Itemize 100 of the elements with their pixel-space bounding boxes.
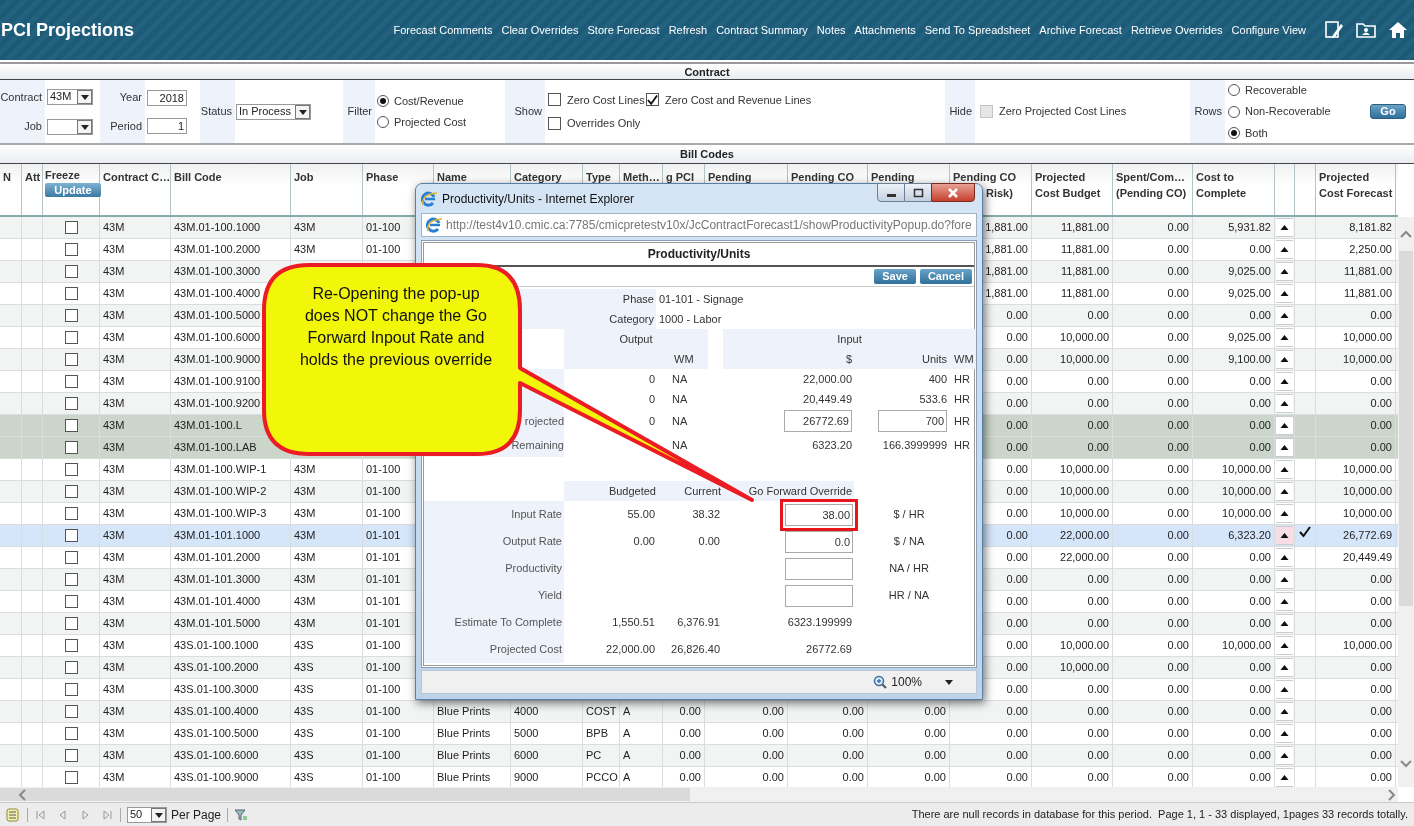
arrow-button[interactable] [1276,328,1293,347]
input-field[interactable]: 38.00 [785,503,853,526]
checkbox[interactable] [64,309,78,322]
checkbox[interactable] [64,551,78,564]
toolbar-link[interactable]: Retrieve Overrides [1130,21,1223,39]
checkbox[interactable] [64,265,78,278]
radio-button[interactable] [1228,105,1240,118]
checkbox[interactable] [64,375,78,388]
checkbox[interactable] [548,116,561,130]
toolbar-link[interactable]: Configure View [1231,21,1306,39]
arrow-button[interactable] [1276,284,1293,303]
checkbox[interactable] [64,639,78,652]
checkbox[interactable] [64,243,78,256]
scroll-down-icon[interactable] [1400,759,1412,769]
arrow-button[interactable] [1276,680,1293,699]
arrow-button[interactable] [1276,372,1293,391]
year-field[interactable]: 2018 [147,89,187,106]
dialog-button[interactable]: Save [874,269,916,284]
arrow-button[interactable] [1276,416,1293,435]
vertical-scrollbar[interactable] [1398,217,1414,787]
arrow-button[interactable] [1276,438,1293,457]
checkbox[interactable] [64,221,78,234]
toolbar-link[interactable]: Notes [816,21,846,39]
checkbox[interactable] [64,661,78,674]
arrow-button[interactable] [1276,636,1293,655]
horizontal-scrollbar[interactable] [0,787,1398,802]
checkbox[interactable] [64,353,78,366]
edit-icon[interactable] [1324,20,1344,40]
checkbox[interactable] [64,595,78,608]
arrow-button[interactable] [1276,262,1293,281]
close-button[interactable] [931,183,975,202]
arrow-button[interactable] [1276,394,1293,413]
go-button[interactable]: Go [1370,104,1406,119]
arrow-button[interactable] [1276,702,1293,721]
checkbox[interactable] [64,727,78,740]
radio-button[interactable] [1228,127,1240,139]
scroll-left-icon[interactable] [18,788,28,801]
checkbox[interactable] [64,507,78,520]
checkbox[interactable] [64,397,78,410]
checkbox[interactable] [64,529,78,542]
home-icon[interactable] [1388,20,1408,40]
job-select[interactable] [47,118,93,135]
period-field[interactable]: 1 [147,117,187,134]
arrow-button[interactable] [1276,724,1293,743]
zoom-level[interactable]: 100% [891,673,922,691]
checkbox[interactable] [64,749,78,762]
checkbox[interactable] [64,617,78,630]
input-field[interactable] [785,557,853,580]
toolbar-link[interactable]: Attachments [854,21,916,39]
minimize-button[interactable] [877,183,905,202]
toolbar-link[interactable]: Forecast Comments [393,21,493,39]
arrow-button[interactable] [1276,460,1293,479]
arrow-button[interactable] [1276,240,1293,259]
checkbox[interactable] [64,463,78,476]
input-field[interactable] [785,584,853,607]
radio-button[interactable] [377,116,389,129]
arrow-button[interactable] [1276,218,1293,237]
checkbox[interactable] [646,93,659,107]
status-select[interactable]: In Process [236,103,311,120]
arrow-button[interactable] [1276,614,1293,633]
checkbox[interactable] [64,485,78,498]
checkbox[interactable] [64,441,78,454]
checkbox[interactable] [64,331,78,344]
toolbar-link[interactable]: Send To Spreadsheet [924,21,1031,39]
checkbox[interactable] [64,287,78,300]
arrow-button[interactable] [1276,592,1293,611]
arrow-button[interactable] [1276,350,1293,369]
arrow-button[interactable] [1276,306,1293,325]
checkbox[interactable] [64,419,78,432]
toolbar-link[interactable]: Contract Summary [716,21,808,39]
scroll-up-icon[interactable] [1400,229,1412,239]
radio-button[interactable] [377,94,389,107]
radio-button[interactable] [1228,84,1240,96]
maximize-button[interactable] [905,183,931,202]
zoom-icon[interactable] [873,675,888,689]
toolbar-link[interactable]: Archive Forecast [1039,21,1122,39]
checkbox[interactable] [64,573,78,586]
checkbox[interactable] [548,93,561,107]
input-field[interactable]: 26772.69 [784,410,852,432]
toolbar-link[interactable]: Clear Overrides [501,21,579,39]
scroll-right-icon[interactable] [1386,788,1396,801]
arrow-button[interactable] [1276,746,1293,765]
checkbox[interactable] [64,771,78,784]
arrow-button[interactable] [1276,768,1293,787]
toolbar-link[interactable]: Store Forecast [587,21,660,39]
arrow-button[interactable] [1276,504,1293,523]
folder-icon[interactable] [1356,20,1376,40]
filter-icon[interactable] [234,808,249,821]
arrow-button[interactable] [1276,570,1293,589]
contract-select[interactable]: 43M [47,88,93,105]
arrow-button[interactable] [1276,482,1293,501]
arrow-button[interactable] [1276,526,1293,545]
input-field[interactable]: 0.0 [785,530,853,553]
dialog-button[interactable]: Cancel [919,269,972,284]
checkbox[interactable] [64,705,78,718]
address-field[interactable]: http://test4v10.cmic.ca:7785/cmicpretestv10x/JcContractForecast1/showProductivityPopup.do?fore [421,213,977,237]
page-size-select[interactable]: 50 [127,806,167,823]
input-field[interactable]: 700 [878,410,947,432]
arrow-button[interactable] [1276,548,1293,567]
toolbar-link[interactable]: Refresh [668,21,708,39]
